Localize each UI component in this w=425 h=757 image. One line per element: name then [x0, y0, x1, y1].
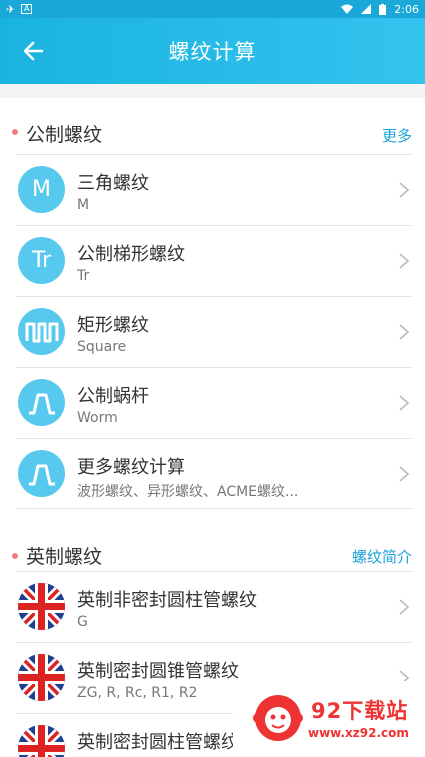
signal-app-icon: ✈	[6, 2, 16, 16]
item-subtitle: G	[77, 614, 88, 630]
item-subtitle: ZG, R, Rc, R1, R2	[77, 685, 198, 701]
item-subtitle: 波形螺纹、异形螺纹、ACME螺纹...	[77, 484, 299, 500]
watermark-name: 92下载站	[311, 699, 409, 723]
item-name: 公制蜗杆	[77, 386, 149, 407]
letter-m-icon: M	[18, 166, 65, 213]
letters-tr-icon: Tr	[18, 237, 65, 284]
watermark: 92下载站 www.xz92.com	[233, 681, 425, 757]
square-wave-icon	[18, 308, 65, 355]
section-header-metric: 公制螺纹 更多	[0, 98, 425, 154]
worm-profile-icon	[18, 450, 65, 497]
item-subtitle: Worm	[77, 410, 118, 426]
list-item[interactable]: 公制蜗杆 Worm	[16, 367, 412, 438]
union-jack-flag-icon	[18, 583, 65, 630]
section-dot	[12, 553, 18, 559]
monkey-logo-icon	[253, 695, 303, 741]
chevron-right-icon	[399, 182, 410, 198]
cellular-icon	[361, 4, 372, 14]
chevron-right-icon	[399, 324, 410, 340]
item-name: 公制梯形螺纹	[77, 244, 185, 265]
watermark-url: www.xz92.com	[308, 726, 409, 740]
item-name: 英制密封圆柱管螺纹	[77, 732, 239, 753]
item-subtitle: Square	[77, 339, 127, 355]
section-title: 英制螺纹	[26, 546, 103, 568]
item-subtitle: Tr	[77, 268, 90, 284]
chevron-right-icon	[399, 253, 410, 269]
union-jack-flag-icon	[18, 654, 65, 701]
item-name: 三角螺纹	[77, 173, 149, 194]
chevron-right-icon	[399, 599, 410, 615]
item-name: 英制非密封圆柱管螺纹	[77, 590, 257, 611]
item-subtitle: M	[77, 197, 90, 213]
chevron-right-icon	[399, 395, 410, 411]
status-bar: ✈ A 2:06	[0, 0, 425, 18]
item-name: 更多螺纹计算	[77, 457, 185, 478]
a-badge-icon: A	[21, 4, 33, 14]
union-jack-flag-icon	[18, 725, 65, 757]
intro-link[interactable]: 螺纹简介	[352, 546, 412, 567]
status-time: 2:06	[394, 2, 419, 16]
list-item[interactable]: 更多螺纹计算 波形螺纹、异形螺纹、ACME螺纹...	[16, 438, 412, 509]
battery-icon	[379, 3, 387, 15]
item-name: 矩形螺纹	[77, 315, 149, 336]
more-link[interactable]: 更多	[382, 125, 412, 146]
list-item[interactable]: 英制非密封圆柱管螺纹 G	[16, 571, 412, 642]
list-item[interactable]: Tr 公制梯形螺纹 Tr	[16, 225, 412, 296]
item-name: 英制密封圆锥管螺纹	[77, 661, 239, 682]
content-area: 公制螺纹 更多 M 三角螺纹 M Tr 公制梯形螺纹 Tr 矩形螺纹 Squar…	[0, 84, 425, 757]
section-dot	[12, 129, 18, 135]
worm-profile-icon	[18, 379, 65, 426]
wifi-icon	[341, 4, 354, 14]
list-item[interactable]: M 三角螺纹 M	[16, 154, 412, 225]
list-item[interactable]: 矩形螺纹 Square	[16, 296, 412, 367]
app-bar: 螺纹计算	[0, 18, 425, 84]
section-title: 公制螺纹	[26, 124, 103, 146]
page-title: 螺纹计算	[168, 40, 257, 64]
section-header-imperial: 英制螺纹 螺纹简介	[0, 521, 425, 571]
chevron-right-icon	[399, 466, 410, 482]
